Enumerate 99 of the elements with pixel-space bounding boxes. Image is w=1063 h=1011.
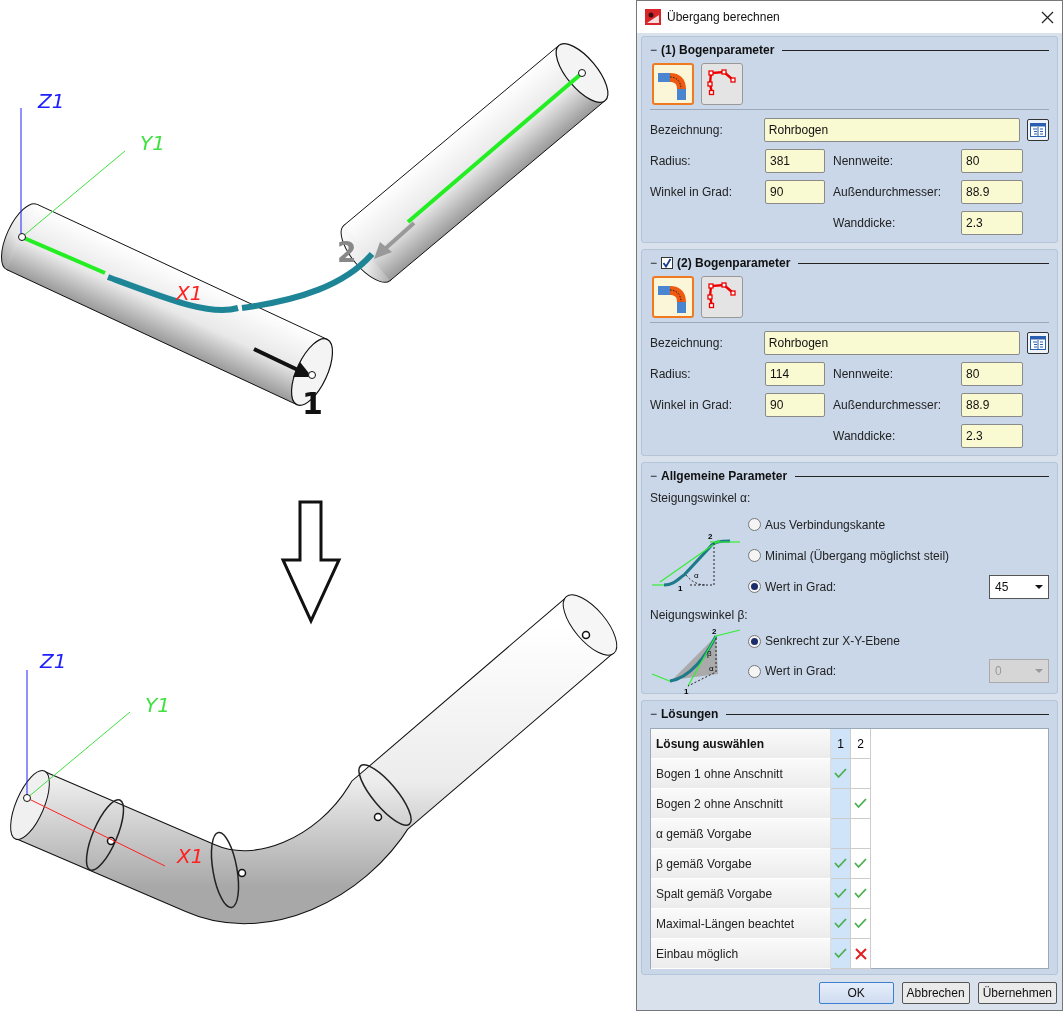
collapse-toggle[interactable]: − xyxy=(650,707,657,721)
input-field[interactable]: 88.9 xyxy=(961,393,1023,417)
check-icon xyxy=(853,917,868,930)
radio-label: Minimal (Übergang möglichst steil) xyxy=(765,548,951,563)
radio-label: Wert in Grad: xyxy=(765,579,838,594)
row-label: Einbau möglich xyxy=(651,939,831,969)
check-icon xyxy=(833,767,848,780)
field-label: Nennweite: xyxy=(833,366,895,383)
point-marker xyxy=(308,371,316,379)
bend-mode-button[interactable] xyxy=(652,63,694,105)
section-title: (1) Bogenparameter xyxy=(661,43,775,57)
radio-label: Aus Verbindungskante xyxy=(765,517,887,532)
check-icon xyxy=(853,857,868,870)
collapse-toggle[interactable]: − xyxy=(650,469,657,483)
down-arrow-icon xyxy=(280,500,342,625)
row-label: β gemäß Vorgabe xyxy=(651,849,831,879)
point-label: 1 xyxy=(302,386,323,421)
check-icon xyxy=(833,917,848,930)
axis-label: X1 xyxy=(177,844,204,868)
field-label: Wanddicke: xyxy=(833,428,897,445)
input-field[interactable]: 90 xyxy=(765,393,825,417)
input-field[interactable]: 88.9 xyxy=(961,180,1023,204)
radio-button[interactable] xyxy=(748,634,761,648)
input-field[interactable]: 80 xyxy=(961,362,1023,386)
field-label: Winkel in Grad: xyxy=(650,397,734,414)
radio-button[interactable] xyxy=(748,549,761,562)
axis-label: Y1 xyxy=(140,131,165,155)
solution-column-header[interactable]: 1 xyxy=(831,729,851,759)
field-label: Außendurchmesser: xyxy=(833,397,943,414)
list-icon xyxy=(1030,123,1047,137)
radio-label: Senkrecht zur X-Y-Ebene xyxy=(765,634,901,648)
group-label: Steigungswinkel α: xyxy=(650,491,752,505)
bend-mode-button[interactable] xyxy=(652,276,694,318)
close-icon xyxy=(1041,10,1054,24)
axis-label: Y1 xyxy=(145,693,170,717)
row-label: Bogen 1 ohne Anschnitt xyxy=(651,759,831,789)
column-header: Lösung auswählen xyxy=(651,729,831,759)
row-label: Bogen 2 ohne Anschnitt xyxy=(651,789,831,819)
direction-arrow xyxy=(374,221,416,259)
section-title: Allgemeine Parameter xyxy=(661,469,788,483)
point-marker xyxy=(578,69,586,77)
input-field[interactable]: 80 xyxy=(961,149,1023,173)
catalog-button[interactable] xyxy=(1027,119,1049,141)
section-title: Lösungen xyxy=(661,707,719,721)
tilt-angle-diagram: 2 β α 1 xyxy=(650,626,742,696)
angle-dropdown[interactable]: 45 xyxy=(989,574,1049,599)
input-field[interactable]: 114 xyxy=(765,362,825,386)
field-label: Radius: xyxy=(650,153,692,170)
designation-field[interactable]: Rohrbogen xyxy=(763,118,1021,142)
input-field[interactable]: 2.3 xyxy=(961,211,1023,235)
section-checkbox[interactable] xyxy=(661,257,673,269)
polyline-mode-button[interactable] xyxy=(701,63,743,105)
collapse-toggle[interactable]: − xyxy=(650,256,657,270)
check-icon xyxy=(833,857,848,870)
field-label: Außendurchmesser: xyxy=(833,184,943,201)
radio-label: Wert in Grad: xyxy=(765,664,838,678)
row-label: Spalt gemäß Vorgabe xyxy=(651,879,831,909)
point-marker xyxy=(23,794,31,802)
radio-button[interactable] xyxy=(748,664,761,678)
caret-icon xyxy=(1035,669,1043,673)
checkmark-icon xyxy=(662,258,672,268)
polyline-mode-button[interactable] xyxy=(701,276,743,318)
input-field[interactable]: 2.3 xyxy=(961,424,1023,448)
axis-label: Z1 xyxy=(40,649,67,673)
close-button[interactable] xyxy=(1041,10,1054,24)
list-icon xyxy=(1030,336,1047,350)
field-label: Nennweite: xyxy=(833,153,895,170)
window-title: Übergang berechnen xyxy=(667,10,781,24)
input-field[interactable]: 381 xyxy=(765,149,825,173)
designation-field[interactable]: Rohrbogen xyxy=(763,331,1021,355)
axis-label: X1 xyxy=(176,281,203,305)
section-title: (2) Bogenparameter xyxy=(677,256,791,270)
dialog-button[interactable]: Abbrechen xyxy=(901,982,970,1004)
dialog-button[interactable]: OK xyxy=(818,982,894,1004)
check-icon xyxy=(853,797,868,810)
collapse-toggle[interactable]: − xyxy=(650,43,657,57)
field-label: Bezeichnung: xyxy=(650,122,724,139)
input-field[interactable]: 90 xyxy=(765,180,825,204)
check-icon xyxy=(833,887,848,900)
caret-icon xyxy=(1035,584,1043,589)
group-label: Neigungswinkel β: xyxy=(650,608,749,622)
field-label: Radius: xyxy=(650,366,692,383)
check-icon xyxy=(853,887,868,900)
radio-button[interactable] xyxy=(748,580,761,593)
radio-button[interactable] xyxy=(748,518,761,531)
field-label: Wanddicke: xyxy=(833,215,897,232)
app-logo-icon xyxy=(645,9,661,25)
cross-icon xyxy=(853,947,868,960)
slope-angle-diagram: 2 α 1 xyxy=(650,525,742,595)
check-icon xyxy=(833,947,848,960)
row-label: Maximal-Längen beachtet xyxy=(651,909,831,939)
row-label: α gemäß Vorgabe xyxy=(651,819,831,849)
axis-label: Z1 xyxy=(38,89,65,113)
solution-column-header[interactable]: 2 xyxy=(851,729,871,759)
field-label: Bezeichnung: xyxy=(650,335,724,352)
dialog-button[interactable]: Übernehmen xyxy=(977,982,1057,1004)
catalog-button[interactable] xyxy=(1027,332,1049,354)
point-marker xyxy=(18,233,26,241)
field-label: Winkel in Grad: xyxy=(650,184,734,201)
